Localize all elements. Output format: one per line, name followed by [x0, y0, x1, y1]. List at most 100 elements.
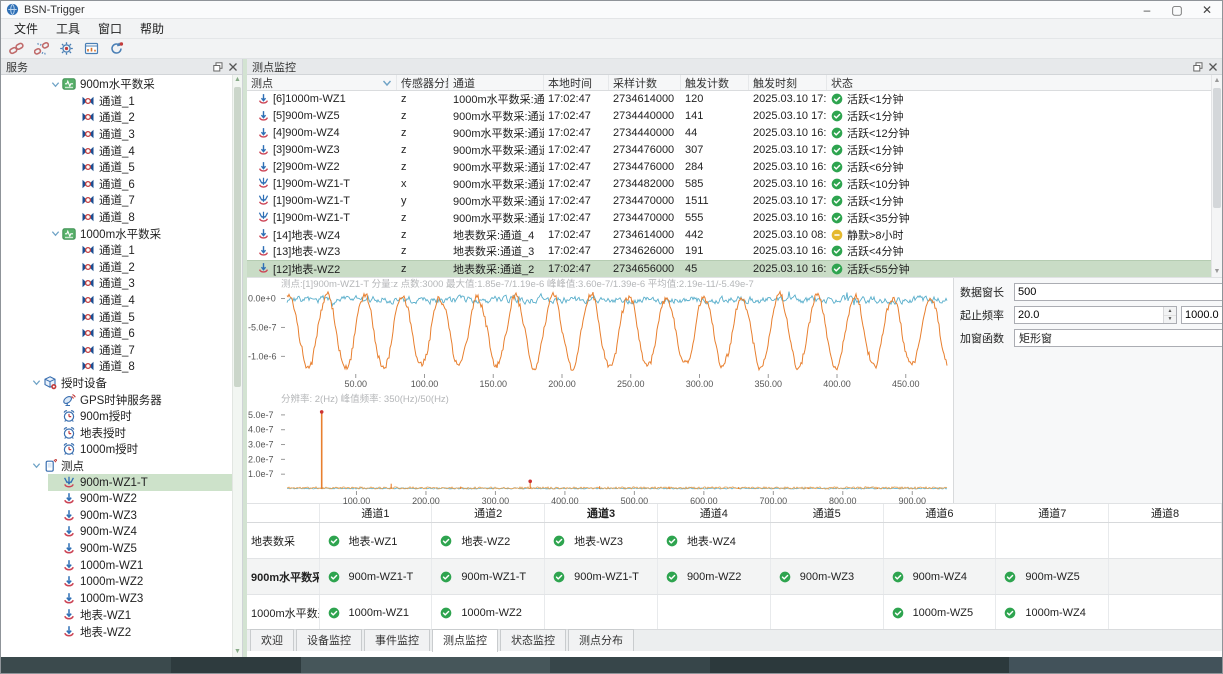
tree-item[interactable]: 通道_8	[1, 358, 232, 375]
table-row[interactable]: [13]地表-WZ3z地表数采:通道_317:02:47273462600019…	[247, 243, 1222, 260]
tree-item[interactable]: 通道_7	[1, 342, 232, 359]
column-header[interactable]: 触发时刻	[749, 75, 827, 90]
waveform-chart[interactable]: 测点:[1]900m-WZ1-T 分量:z 点数:3000 最大值:1.85e-…	[247, 278, 953, 393]
tree-item[interactable]: 测点	[1, 458, 232, 475]
minimize-button[interactable]: –	[1132, 1, 1162, 18]
tree-item[interactable]: 900m-WZ2	[1, 491, 232, 508]
tree-item[interactable]: 900m-WZ4	[1, 524, 232, 541]
channel-cell[interactable]: 900m-WZ3	[770, 559, 883, 595]
spectrum-chart[interactable]: 分辨率: 2(Hz) 峰值频率: 350(Hz)/50(Hz)5.0e-74.0…	[247, 393, 953, 510]
tree-item[interactable]: 通道_2	[1, 109, 232, 126]
tree-item[interactable]: 授时设备	[1, 375, 232, 392]
tree-item[interactable]: 通道_5	[1, 308, 232, 325]
tree-item[interactable]: 通道_6	[1, 325, 232, 342]
tree-item[interactable]: 通道_7	[1, 192, 232, 209]
tree-item[interactable]: 1000m-WZ1	[1, 557, 232, 574]
menu-item[interactable]: 工具	[47, 19, 89, 38]
table-row[interactable]: [1]900m-WZ1-Tx900m水平数采:通道_117:02:4727344…	[247, 175, 1222, 192]
table-row[interactable]: [2]900m-WZ2z900m水平数采:通道_417:02:472734476…	[247, 159, 1222, 176]
connect-button[interactable]	[7, 40, 25, 58]
table-row[interactable]: [5]900m-WZ5z900m水平数采:通道_717:02:472734440…	[247, 108, 1222, 125]
tab-item[interactable]: 设备监控	[296, 629, 362, 651]
scroll-down-icon[interactable]: ▼	[233, 647, 242, 657]
expander-chevron-icon[interactable]	[30, 378, 43, 387]
scroll-up-icon[interactable]: ▲	[1212, 75, 1222, 86]
menu-item[interactable]: 窗口	[89, 19, 131, 38]
tree-item[interactable]: 通道_4	[1, 292, 232, 309]
tree-item[interactable]: 地表授时	[1, 424, 232, 441]
tree-item[interactable]: 900m授时	[1, 408, 232, 425]
close-button[interactable]: ✕	[1192, 1, 1222, 18]
spin-down-icon[interactable]: ▼	[1164, 316, 1176, 324]
column-header[interactable]: 传感器分量	[397, 75, 449, 90]
freq-from-input[interactable]	[1015, 307, 1163, 323]
tree-item[interactable]: 900m-WZ5	[1, 541, 232, 558]
disconnect-button[interactable]	[32, 40, 50, 58]
table-row[interactable]: [1]900m-WZ1-Ty900m水平数采:通道_217:02:4727344…	[247, 192, 1222, 209]
table-row[interactable]: [14]地表-WZ4z地表数采:通道_417:02:47273461400044…	[247, 226, 1222, 243]
menu-item[interactable]: 文件	[5, 19, 47, 38]
tree-item[interactable]: 通道_2	[1, 259, 232, 276]
close-panel-icon[interactable]	[1206, 60, 1219, 73]
tree-item[interactable]: 地表-WZ2	[1, 624, 232, 641]
tree-item[interactable]: 通道_1	[1, 93, 232, 110]
column-header[interactable]: 触发计数	[681, 75, 749, 90]
tree-item[interactable]: 1000m水平数采	[1, 225, 232, 242]
tree-item[interactable]: 通道_3	[1, 275, 232, 292]
tree-item[interactable]: GPS时钟服务器	[1, 391, 232, 408]
freq-to-input[interactable]	[1182, 307, 1223, 323]
column-header[interactable]: 通道	[449, 75, 544, 90]
tree-item[interactable]: 900m-WZ1-T	[1, 474, 232, 491]
tree-item[interactable]: 通道_1	[1, 242, 232, 259]
column-header[interactable]: 采样计数	[609, 75, 681, 90]
scrollbar-thumb[interactable]	[234, 87, 241, 387]
table-row[interactable]: [3]900m-WZ3z900m水平数采:通道_517:02:472734476…	[247, 142, 1222, 159]
channel-cell[interactable]: 900m-WZ1-T	[432, 559, 545, 595]
window-length-input[interactable]	[1015, 284, 1223, 300]
channel-cell[interactable]: 1000m-WZ5	[883, 595, 996, 630]
menu-item[interactable]: 帮助	[131, 19, 173, 38]
scroll-down-icon[interactable]: ▼	[1212, 266, 1222, 277]
expander-chevron-icon[interactable]	[49, 80, 62, 89]
maximize-button[interactable]: ▢	[1162, 1, 1192, 18]
channel-column-header[interactable]: 通道7	[996, 504, 1109, 523]
column-header[interactable]: 测点	[247, 75, 397, 90]
spin-up-icon[interactable]: ▲	[1164, 307, 1176, 316]
scrollbar-thumb[interactable]	[1213, 88, 1221, 208]
tree-item[interactable]: 1000m授时	[1, 441, 232, 458]
channel-cell[interactable]: 900m-WZ1-T	[545, 559, 658, 595]
tree-item[interactable]: 1000m-WZ3	[1, 590, 232, 607]
close-panel-icon[interactable]	[226, 60, 239, 73]
tree-item[interactable]: 通道_5	[1, 159, 232, 176]
channel-cell[interactable]: 地表-WZ1	[319, 523, 432, 559]
tree-item[interactable]: 通道_8	[1, 209, 232, 226]
table-row[interactable]: [4]900m-WZ4z900m水平数采:通道_617:02:472734440…	[247, 125, 1222, 142]
table-row[interactable]: [1]900m-WZ1-Tz900m水平数采:通道_317:02:4727344…	[247, 209, 1222, 226]
table-scrollbar[interactable]: ▲ ▼	[1211, 75, 1222, 277]
expander-chevron-icon[interactable]	[49, 229, 62, 238]
tab-item[interactable]: 事件监控	[364, 629, 430, 651]
settings-gear-button[interactable]	[57, 40, 75, 58]
tree-item[interactable]: 900m-WZ3	[1, 507, 232, 524]
tree-item[interactable]: 1000m-WZ2	[1, 574, 232, 591]
tab-item[interactable]: 欢迎	[250, 629, 294, 651]
tree-item[interactable]: 通道_4	[1, 142, 232, 159]
float-panel-icon[interactable]	[211, 60, 224, 73]
channel-cell[interactable]: 1000m-WZ1	[319, 595, 432, 630]
tree-item[interactable]: 900m水平数采	[1, 76, 232, 93]
channel-cell[interactable]: 900m-WZ1-T	[319, 559, 432, 595]
tree-item[interactable]: 通道_6	[1, 176, 232, 193]
channel-cell[interactable]: 1000m-WZ4	[996, 595, 1109, 630]
table-row[interactable]: [6]1000m-WZ1z1000m水平数采:通道_117:02:4727346…	[247, 91, 1222, 108]
channel-column-header[interactable]: 通道8	[1109, 504, 1222, 523]
channel-cell[interactable]: 地表-WZ4	[657, 523, 770, 559]
tab-item[interactable]: 测点分布	[568, 629, 634, 651]
tab-item[interactable]: 状态监控	[500, 629, 566, 651]
expander-chevron-icon[interactable]	[30, 461, 43, 470]
scroll-up-icon[interactable]: ▲	[233, 75, 242, 85]
channel-cell[interactable]: 地表-WZ2	[432, 523, 545, 559]
channel-cell[interactable]: 900m-WZ4	[883, 559, 996, 595]
tree-scrollbar[interactable]: ▲ ▼	[232, 75, 242, 657]
tree-item[interactable]: 通道_3	[1, 126, 232, 143]
channel-cell[interactable]: 1000m-WZ2	[432, 595, 545, 630]
